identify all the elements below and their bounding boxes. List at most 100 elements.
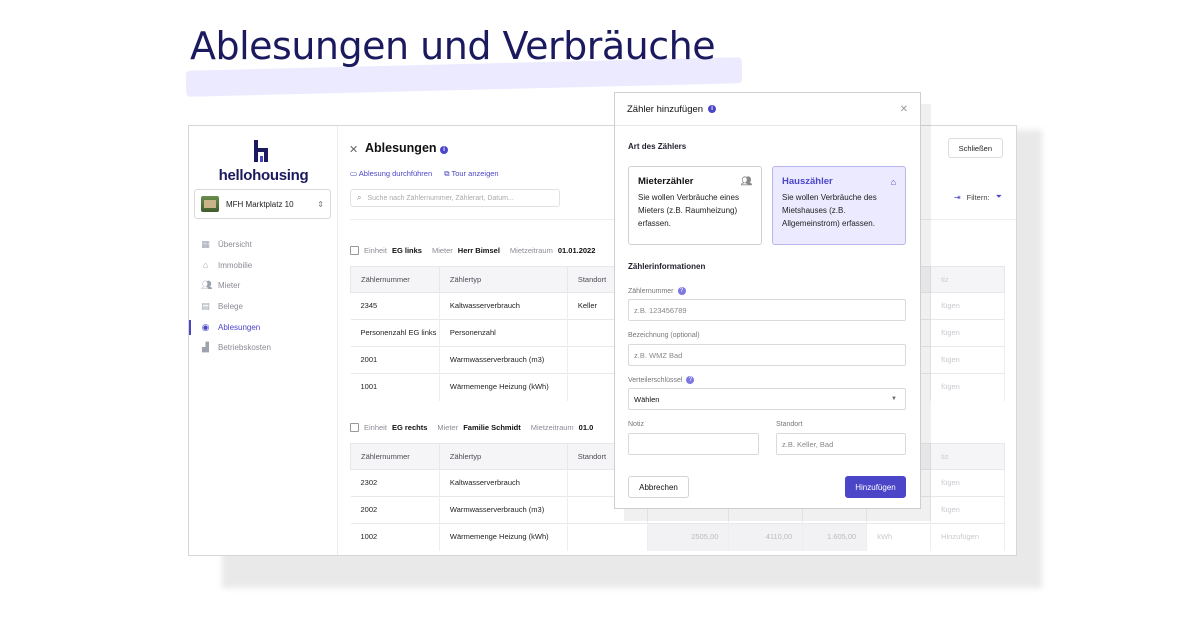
- period-label: Mietzeitraum: [509, 246, 553, 255]
- meter-number-field[interactable]: z.B. 123456789: [628, 299, 906, 321]
- sidebar-item-immobilie[interactable]: ⌂ Immobilie: [189, 255, 338, 276]
- card-desc: Sie wollen Verbräuche eines Mieters (z.B…: [638, 193, 739, 228]
- period-label: Mietzeitraum: [530, 423, 574, 432]
- sidebar-item-uebersicht[interactable]: ▦ Übersicht: [189, 234, 338, 255]
- meter-number-placeholder: z.B. 123456789: [634, 305, 687, 315]
- tenant-label: Mieter: [437, 423, 459, 432]
- sidebar-item-label: Belege: [218, 301, 243, 311]
- unit-label: Einheit: [364, 423, 387, 432]
- unit-name: EG rechts: [391, 423, 428, 432]
- location-label-text: Standort: [776, 421, 803, 428]
- sidebar-nav: ▦ Übersicht ⌂ Immobilie 👥︎ Mieter ▤ Bele…: [189, 234, 338, 358]
- unit-checkbox[interactable]: [350, 246, 359, 255]
- add-link[interactable]: fügen: [930, 319, 1005, 347]
- book-icon: ▭: [350, 169, 359, 178]
- cell-value: 1.605,00: [802, 523, 868, 551]
- tour-link-label: Tour anzeigen: [451, 169, 499, 178]
- name-label-text: Bezeichnung (optional): [628, 332, 700, 339]
- cell-value: 4110,00: [728, 523, 804, 551]
- meter-name-field[interactable]: z.B. WMZ Bad: [628, 344, 906, 366]
- add-link[interactable]: fügen: [930, 496, 1005, 524]
- tenant-meter-card[interactable]: Mieterzähler 👥︎ Sie wollen Verbräuche ei…: [628, 166, 762, 245]
- logo-icon: [254, 140, 268, 162]
- location-label: Standort: [776, 421, 802, 428]
- filter-label: Filtern:: [966, 192, 990, 202]
- reading-link[interactable]: ▭ Ablesung durchführen: [350, 169, 432, 179]
- search-placeholder: Suche nach Zählernummer, Zählerart, Datu…: [367, 194, 514, 202]
- help-icon[interactable]: ?: [677, 287, 686, 295]
- note-field[interactable]: [628, 433, 759, 455]
- property-select[interactable]: MFH Marktplatz 10 ⇕: [194, 189, 331, 219]
- cell-type: Personenzahl: [439, 319, 568, 347]
- distribution-key-value: Wählen: [634, 394, 660, 404]
- cell-number: 1002: [350, 523, 440, 551]
- cell-type: Kaltwasserverbrauch: [439, 469, 568, 497]
- search-input[interactable]: ⌕ Suche nach Zählernummer, Zählerart, Da…: [350, 189, 560, 207]
- card-title-text: Mieterzähler: [638, 176, 694, 187]
- users-icon: 👥︎: [740, 176, 752, 186]
- sidebar: hellohousing MFH Marktplatz 10 ⇕ ▦ Übers…: [189, 126, 338, 555]
- filter-control[interactable]: ⇥ Filtern: ⏷: [954, 192, 1002, 202]
- location-field[interactable]: z.B. Keller, Bad: [776, 433, 906, 455]
- distribution-key-select[interactable]: Wählen ▼: [628, 388, 906, 410]
- cell-number: 2345: [350, 292, 440, 320]
- key-label-text: Verteilerschlüssel: [628, 376, 683, 384]
- period-value: 01.0: [578, 423, 594, 432]
- add-meter-modal: Zähler hinzufügen i ✕ Art des Zählers Mi…: [614, 92, 921, 509]
- add-button[interactable]: Hinzufügen: [845, 476, 906, 498]
- meter-icon: ◉: [201, 321, 210, 332]
- table-row: 1002 Wärmemenge Heizung (kWh) 2505,00 41…: [350, 523, 1005, 551]
- add-link[interactable]: fügen: [930, 292, 1005, 320]
- close-icon[interactable]: ✕: [900, 104, 908, 115]
- document-icon: ▤: [201, 300, 210, 311]
- card-title: Mieterzähler 👥︎: [638, 176, 752, 187]
- number-label: Zählernummer?: [628, 287, 686, 295]
- col-header: Zählertyp: [438, 443, 568, 470]
- tour-link[interactable]: ⧉ Tour anzeigen: [444, 169, 498, 179]
- add-link[interactable]: Hinzufügen: [930, 523, 1005, 551]
- cell-value: 2505,00: [647, 523, 730, 551]
- help-icon[interactable]: ?: [686, 376, 695, 384]
- close-button[interactable]: Schließen: [947, 138, 1003, 158]
- home-icon: ⌂: [202, 259, 209, 270]
- col-header: tiz: [930, 443, 1005, 470]
- col-header: Zählertyp: [438, 266, 568, 293]
- card-desc: Sie wollen Verbräuche des Mietshauses (z…: [782, 193, 877, 228]
- key-label: Verteilerschlüssel?: [628, 376, 695, 384]
- col-header: tiz: [930, 266, 1005, 293]
- users-icon: 👥︎: [201, 280, 213, 291]
- filter-icon: ⏷: [995, 192, 1002, 201]
- page-title: Ablesungen i: [365, 141, 449, 155]
- house-meter-card[interactable]: Hauszähler ⌂ Sie wollen Verbräuche des M…: [772, 166, 906, 245]
- location-placeholder: z.B. Keller, Bad: [782, 439, 834, 449]
- unit-checkbox[interactable]: [350, 423, 359, 432]
- chevron-down-icon: ▼: [891, 396, 897, 402]
- cell-number: 2302: [350, 469, 440, 497]
- meter-name-placeholder: z.B. WMZ Bad: [634, 350, 683, 360]
- add-link[interactable]: fügen: [930, 373, 1005, 401]
- note-label: Notiz: [628, 421, 644, 428]
- add-link[interactable]: fügen: [930, 469, 1005, 497]
- sidebar-item-mieter[interactable]: 👥︎ Mieter: [189, 275, 338, 296]
- col-header: Zählernummer: [350, 266, 440, 293]
- cell-type: Wärmemenge Heizung (kWh): [439, 373, 568, 401]
- property-select-value: MFH Marktplatz 10: [226, 199, 294, 209]
- sidebar-item-label: Übersicht: [218, 239, 252, 249]
- cancel-button[interactable]: Abbrechen: [628, 476, 689, 498]
- add-link[interactable]: fügen: [930, 346, 1005, 374]
- cell-location: [567, 523, 648, 551]
- note-label-text: Notiz: [628, 421, 644, 428]
- cell-number: 1001: [350, 373, 440, 401]
- info-icon[interactable]: i: [440, 146, 449, 154]
- modal-title: Zähler hinzufügen: [627, 103, 704, 115]
- sidebar-item-belege[interactable]: ▤ Belege: [189, 296, 338, 317]
- info-icon[interactable]: i: [708, 105, 717, 113]
- cell-type: Kaltwasserverbrauch: [439, 292, 568, 320]
- col-header: Zählernummer: [350, 443, 440, 470]
- sidebar-item-betriebskosten[interactable]: ▟ Betriebskosten: [189, 337, 338, 358]
- sidebar-item-ablesungen[interactable]: ◉ Ablesungen: [189, 317, 338, 338]
- cell-number: Personenzahl EG links: [350, 319, 440, 347]
- close-icon[interactable]: ✕: [349, 143, 358, 156]
- tenant-name: Familie Schmidt: [463, 423, 521, 432]
- sidebar-item-label: Immobilie: [218, 260, 253, 270]
